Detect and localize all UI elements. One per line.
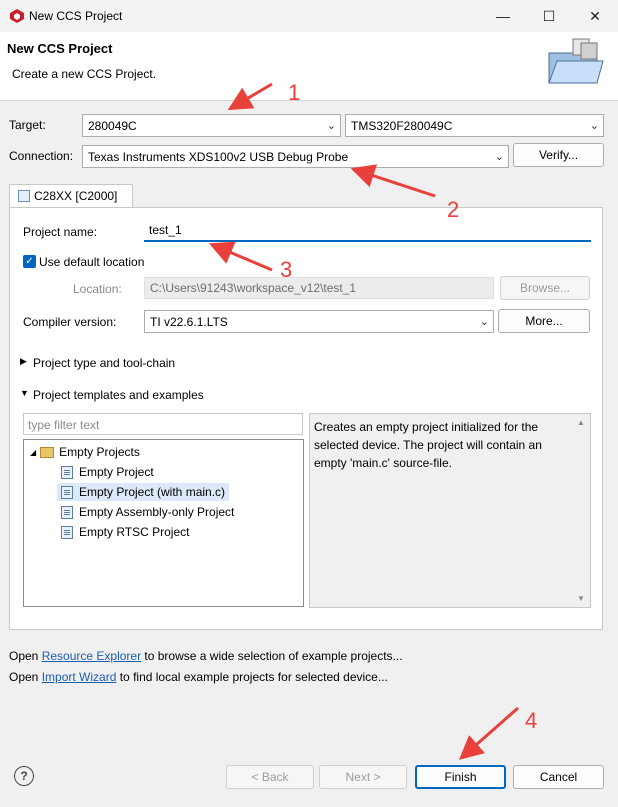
- annotation-1: 1: [288, 80, 301, 105]
- annotation-3: 3: [280, 257, 293, 282]
- annotation-4: 4: [525, 708, 538, 733]
- annotation-arrow-3: [208, 241, 273, 272]
- annotation-arrow-2: [350, 164, 436, 198]
- annotation-arrow-1: [227, 82, 273, 111]
- annotation-2: 2: [447, 197, 460, 222]
- annotation-arrows: [208, 82, 519, 760]
- annotation-arrow-4: [458, 706, 519, 760]
